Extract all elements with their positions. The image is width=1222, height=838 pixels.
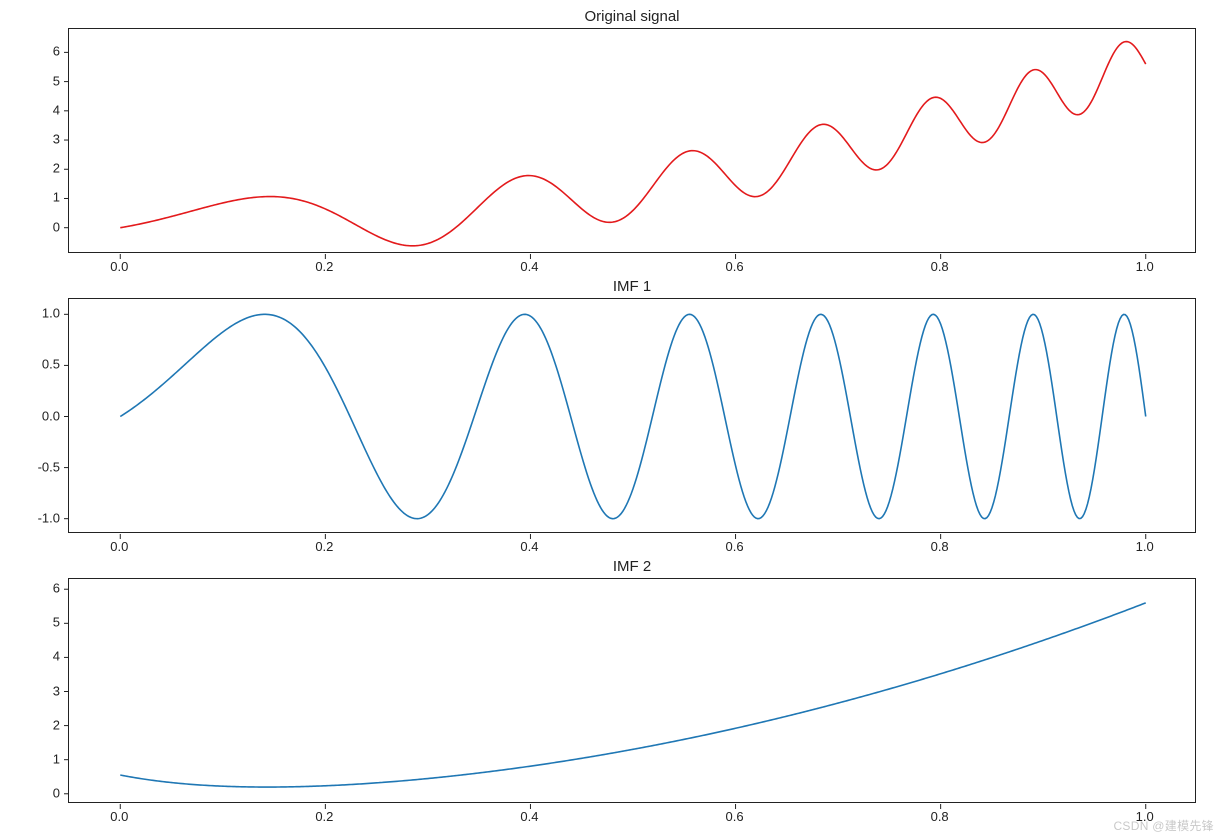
xtick: 0.6 xyxy=(725,259,743,274)
ytick: 4 xyxy=(20,649,60,664)
ytick: 2 xyxy=(20,161,60,176)
ytick: 5 xyxy=(20,73,60,88)
panel-imf1 xyxy=(68,298,1196,533)
xtick: 0.0 xyxy=(110,809,128,824)
ytick: 0 xyxy=(20,219,60,234)
xtick: 1.0 xyxy=(1136,539,1154,554)
xtick: 0.2 xyxy=(315,809,333,824)
xtick: 0.6 xyxy=(725,809,743,824)
xtick: 0.0 xyxy=(110,259,128,274)
ytick: -0.5 xyxy=(20,459,60,474)
series-imf2 xyxy=(120,603,1145,787)
ytick: 4 xyxy=(20,102,60,117)
xtick: 0.4 xyxy=(520,539,538,554)
ytick: 0 xyxy=(20,785,60,800)
ytick: 6 xyxy=(20,581,60,596)
ytick: 6 xyxy=(20,44,60,59)
panel-imf2 xyxy=(68,578,1196,803)
ytick: 0.5 xyxy=(20,357,60,372)
ytick: 1 xyxy=(20,190,60,205)
xtick: 0.8 xyxy=(931,259,949,274)
title-original: Original signal xyxy=(68,8,1196,25)
xtick: 0.4 xyxy=(520,259,538,274)
series-original xyxy=(120,42,1145,246)
xtick: 0.6 xyxy=(725,539,743,554)
xtick: 0.8 xyxy=(931,539,949,554)
ytick: 0.0 xyxy=(20,408,60,423)
xtick: 0.4 xyxy=(520,809,538,824)
xtick: 0.2 xyxy=(315,259,333,274)
panel-original xyxy=(68,28,1196,253)
xtick: 1.0 xyxy=(1136,809,1154,824)
xtick: 0.8 xyxy=(931,809,949,824)
watermark: CSDN @建模先锋 xyxy=(1113,817,1214,834)
figure: Original signal IMF 1 IMF 2 CSDN @建模先锋 0… xyxy=(0,0,1222,838)
ytick: 1.0 xyxy=(20,306,60,321)
ytick: 5 xyxy=(20,615,60,630)
ytick: 1 xyxy=(20,751,60,766)
series-imf1 xyxy=(120,314,1145,518)
ytick: 2 xyxy=(20,717,60,732)
xtick: 0.2 xyxy=(315,539,333,554)
title-imf2: IMF 2 xyxy=(68,558,1196,575)
xtick: 0.0 xyxy=(110,539,128,554)
title-imf1: IMF 1 xyxy=(68,278,1196,295)
ytick: 3 xyxy=(20,132,60,147)
xtick: 1.0 xyxy=(1136,259,1154,274)
ytick: 3 xyxy=(20,683,60,698)
ytick: -1.0 xyxy=(20,510,60,525)
